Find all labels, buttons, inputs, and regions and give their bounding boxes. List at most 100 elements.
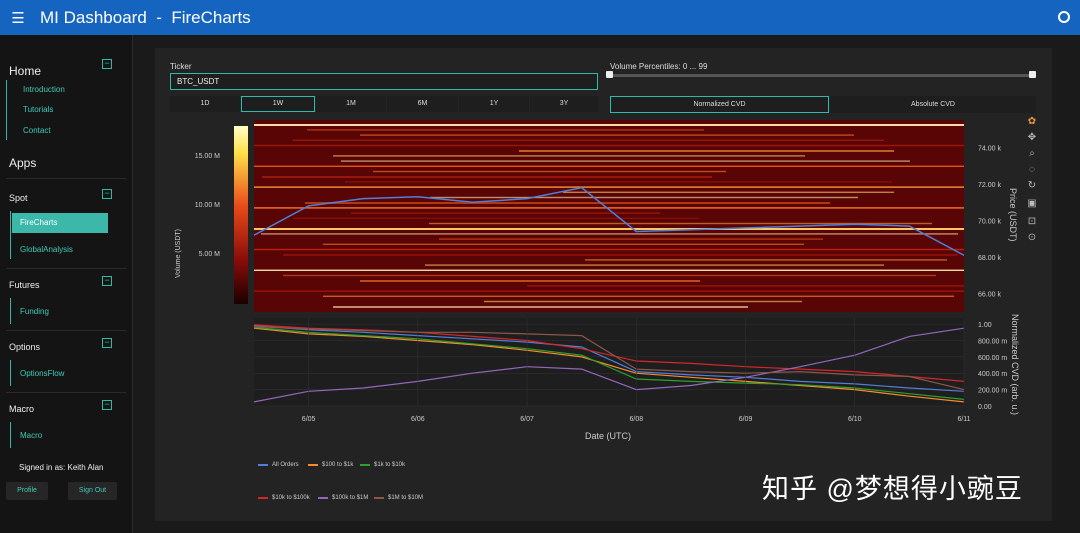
heatmap-band	[254, 290, 964, 292]
cvd-panel	[254, 318, 964, 406]
heatmap-band	[563, 191, 894, 193]
price-tick-label: 74.00 k	[978, 145, 1001, 152]
legend-item-1m-10m[interactable]: $1M to $10M	[374, 495, 423, 501]
percentile-slider-track[interactable]	[610, 74, 1034, 77]
colorbar-tick-label: 15.00 M	[195, 153, 220, 160]
sidebar-section-options[interactable]: Options	[9, 342, 40, 352]
divider	[6, 268, 126, 269]
sign-out-button[interactable]: Sign Out	[68, 482, 117, 500]
divider	[6, 330, 126, 331]
price-axis-title: Price (USDT)	[1008, 188, 1018, 242]
heatmap-band	[333, 306, 748, 308]
macro-collapse-icon[interactable]: −	[102, 400, 112, 410]
timeframe-1d-button[interactable]: 1D	[170, 96, 240, 112]
download-icon[interactable]: ▣	[1026, 198, 1038, 210]
timeframe-6m-button[interactable]: 6M	[387, 96, 458, 112]
sidebar-item-optionsflow[interactable]: OptionsFlow	[20, 369, 64, 378]
heatmap-band	[283, 254, 958, 256]
sidebar-section-apps: Apps	[9, 156, 37, 170]
x-tick-label: 6/11	[957, 416, 970, 423]
heatmap-band	[439, 238, 823, 240]
percentile-label: Volume Percentiles: 0 ... 99	[610, 62, 708, 71]
firechart-plot[interactable]: 15.00 M 10.00 M 5.00 M Volume (USDT) 74.00…	[170, 118, 1030, 448]
spike-lines-icon[interactable]: ⊙	[1026, 232, 1038, 244]
legend-item-100-1k[interactable]: $100 to $1k	[308, 462, 353, 468]
sidebar-item-contact[interactable]: Contact	[23, 126, 51, 135]
x-tick-label: 6/09	[739, 416, 753, 423]
legend-item-1k-10k[interactable]: $1k to $10k	[360, 462, 405, 468]
watermark: 知乎 @梦想得小豌豆	[762, 474, 1023, 504]
sidebar-section-home[interactable]: Home	[9, 64, 41, 78]
colorbar	[234, 126, 248, 304]
x-tick-label: 6/05	[302, 416, 316, 423]
x-tick-label: 6/10	[848, 416, 862, 423]
divider	[6, 392, 126, 393]
home-nav-bar	[6, 80, 7, 140]
sidebar-section-macro[interactable]: Macro	[9, 404, 34, 414]
lasso-icon[interactable]: ◌	[1026, 164, 1038, 176]
sidebar-item-firecharts[interactable]: FireCharts	[12, 213, 108, 233]
heatmap-band	[484, 300, 802, 303]
cvd-tick-label: 800.00 m	[978, 338, 1007, 345]
legend-item-all-orders[interactable]: All Orders	[258, 462, 299, 468]
timeframe-1y-button[interactable]: 1Y	[459, 96, 529, 112]
heatmap-band	[254, 124, 964, 126]
cvd-tick-label: 400.00 m	[978, 371, 1007, 378]
heatmap-band	[430, 196, 858, 199]
autoscale-icon[interactable]: ⊡	[1026, 216, 1038, 228]
home-collapse-icon[interactable]: −	[102, 59, 112, 69]
sidebar-item-macro[interactable]: Macro	[20, 431, 42, 440]
macro-nav-bar	[10, 422, 11, 448]
heatmap-band	[293, 139, 884, 141]
plotly-logo-icon[interactable]: ✿	[1026, 116, 1038, 128]
sidebar-item-tutorials[interactable]: Tutorials	[23, 105, 53, 114]
pan-icon[interactable]: ✥	[1026, 132, 1038, 144]
heatmap-band	[360, 134, 854, 136]
futures-collapse-icon[interactable]: −	[102, 276, 112, 286]
sidebar-section-spot[interactable]: Spot	[9, 193, 28, 203]
colorbar-tick-label: 10.00 M	[195, 202, 220, 209]
zoom-icon[interactable]: ⌕	[1026, 148, 1038, 160]
cvd-axis-title: Normalized CVD (arb. u.)	[1010, 314, 1020, 415]
heatmap-background	[254, 120, 964, 312]
heatmap-band	[345, 181, 892, 183]
absolute-cvd-button[interactable]: Absolute CVD	[830, 96, 1036, 113]
cvd-tick-label: 0.00	[978, 404, 992, 411]
heatmap-band	[261, 233, 958, 235]
percentile-slider-max-handle[interactable]	[1029, 71, 1036, 78]
sidebar-item-globalanalysis[interactable]: GlobalAnalysis	[20, 245, 73, 254]
sidebar-section-futures[interactable]: Futures	[9, 280, 40, 290]
hamburger-menu-icon[interactable]: ☰	[2, 0, 34, 35]
heatmap-band	[585, 259, 947, 261]
timeframe-1w-button[interactable]: 1W	[241, 96, 315, 112]
x-tick-label: 6/08	[629, 416, 643, 423]
sidebar-item-funding[interactable]: Funding	[20, 307, 49, 316]
ticker-input[interactable]: BTC_USDT	[170, 73, 598, 90]
cvd-tick-label: 1.00	[978, 322, 992, 329]
heatmap-band	[341, 160, 910, 162]
timeframe-3y-button[interactable]: 3Y	[530, 96, 598, 112]
heatmap-band	[323, 295, 954, 297]
heatmap-band	[262, 176, 712, 178]
heatmap-band	[293, 217, 699, 219]
heatmap-band	[373, 170, 726, 173]
sidebar-item-introduction[interactable]: Introduction	[23, 85, 65, 94]
timeframe-1m-button[interactable]: 1M	[316, 96, 386, 112]
loading-indicator-icon	[1058, 11, 1070, 23]
legend-item-100k-1m[interactable]: $100k to $1M	[318, 495, 368, 501]
legend-item-10k-100k[interactable]: $10k to $100k	[258, 495, 310, 501]
normalized-cvd-button[interactable]: Normalized CVD	[610, 96, 829, 113]
colorbar-title: Volume (USDT)	[175, 229, 182, 278]
reset-axes-icon[interactable]: ↻	[1026, 180, 1038, 192]
options-collapse-icon[interactable]: −	[102, 338, 112, 348]
spot-collapse-icon[interactable]: −	[102, 189, 112, 199]
ticker-label: Ticker	[170, 62, 192, 71]
heatmap-band	[527, 285, 964, 287]
price-tick-label: 66.00 k	[978, 292, 1001, 299]
percentile-slider-min-handle[interactable]	[606, 71, 613, 78]
price-tick-label: 68.00 k	[978, 255, 1001, 262]
price-tick-label: 70.00 k	[978, 219, 1001, 226]
heatmap-band	[254, 248, 964, 251]
cvd-tick-label: 600.00 m	[978, 355, 1007, 362]
profile-button[interactable]: Profile	[6, 482, 48, 500]
